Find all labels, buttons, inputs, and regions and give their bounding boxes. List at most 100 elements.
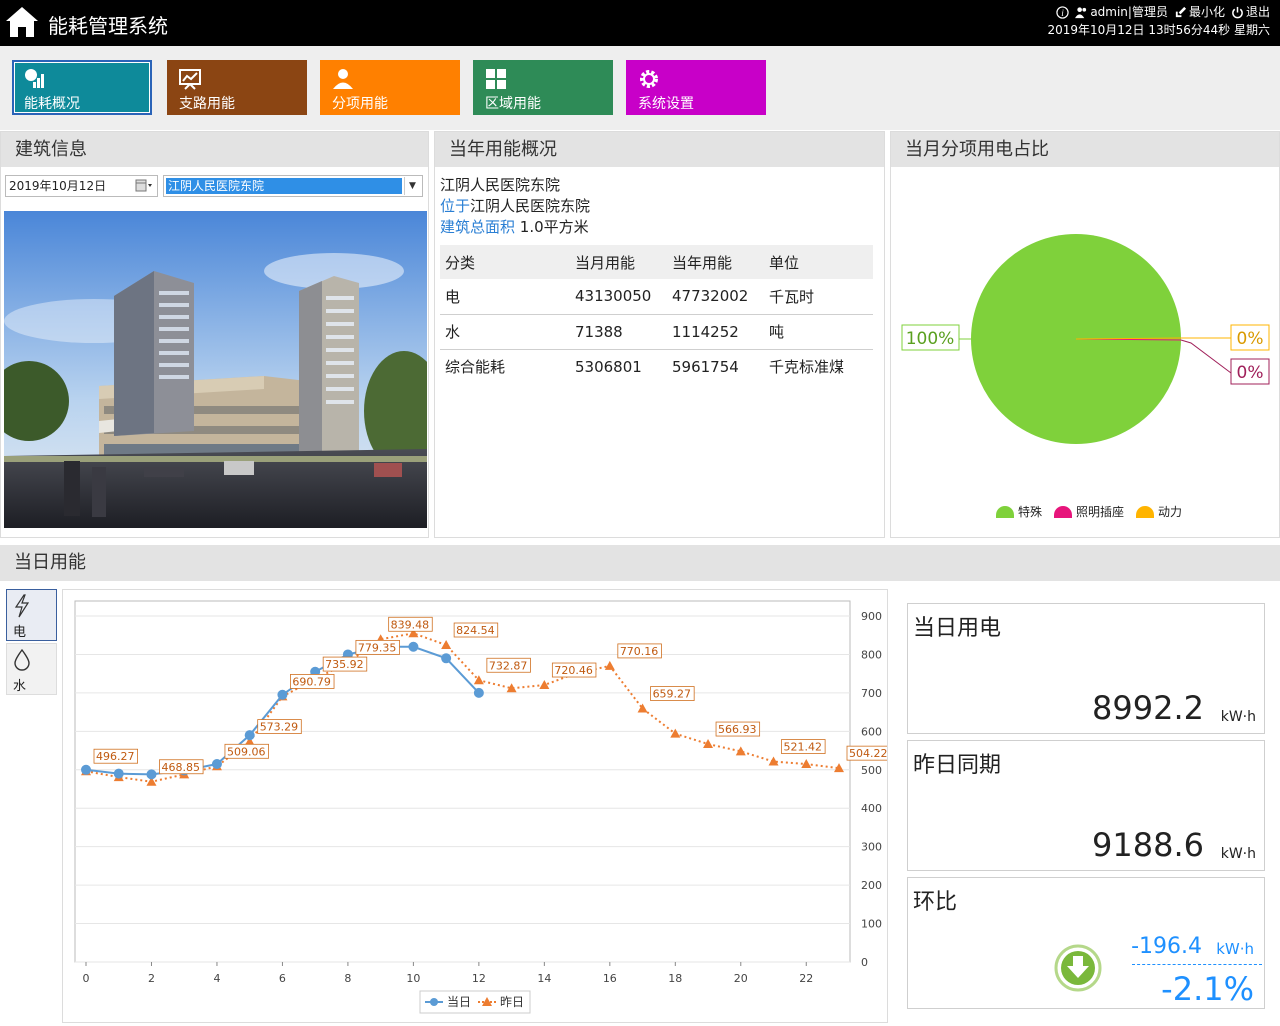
minimize-label: 最小化 bbox=[1188, 5, 1225, 19]
y-tick-label: 100 bbox=[861, 918, 882, 931]
data-label: 566.93 bbox=[718, 723, 757, 736]
nav-label: 能耗概况 bbox=[24, 96, 80, 112]
annual-energy-table: 分类 当月用能 当年用能 单位 电 43130050 47732002 千瓦时 … bbox=[440, 245, 873, 384]
x-tick-label: 16 bbox=[603, 972, 617, 985]
data-point-today bbox=[408, 641, 419, 652]
data-label: 468.85 bbox=[161, 761, 200, 774]
nav-energy-overview[interactable]: 能耗概况 bbox=[12, 60, 152, 115]
panel-title: 当年用能概况 bbox=[435, 132, 884, 167]
nav-area-energy[interactable]: 区域用能 bbox=[473, 60, 613, 115]
table-cell: 1114252 bbox=[667, 314, 764, 350]
x-tick-label: 14 bbox=[537, 972, 551, 985]
data-label: 509.06 bbox=[227, 745, 266, 758]
data-label: 504.22 bbox=[849, 747, 887, 760]
x-tick-label: 22 bbox=[799, 972, 813, 985]
data-point-today bbox=[244, 730, 255, 741]
water-drop-icon bbox=[14, 648, 30, 671]
logout-button[interactable]: 退出 bbox=[1231, 3, 1270, 21]
data-point-today bbox=[113, 768, 124, 779]
x-tick-label: 8 bbox=[344, 972, 351, 985]
building-select[interactable]: 江阴人民医院东院 ▼ bbox=[163, 175, 423, 197]
y-tick-label: 500 bbox=[861, 764, 882, 777]
minimize-icon bbox=[1175, 6, 1187, 17]
legend-label-yesterday: 昨日 bbox=[500, 995, 524, 1009]
minimize-button[interactable]: 最小化 bbox=[1174, 3, 1225, 21]
pie-chart: 100% 0% 0% bbox=[901, 234, 1270, 444]
tab-electricity[interactable]: 电 bbox=[6, 589, 57, 641]
annual-overview-panel: 当年用能概况 江阴人民医院东院 位于江阴人民医院东院 建筑总面积 1.0平方米 … bbox=[434, 131, 885, 538]
panel-title: 建筑信息 bbox=[1, 132, 428, 167]
itemized-power-pie-panel: 当月分项用电占比 100% 0% 0% 特殊 照明插座 动力 bbox=[890, 131, 1280, 538]
data-point-today bbox=[146, 769, 157, 780]
data-label: 779.35 bbox=[358, 641, 397, 654]
legend-item-special[interactable]: 特殊 bbox=[996, 503, 1042, 520]
gear-icon bbox=[640, 70, 658, 88]
daily-section-title: 当日用能 bbox=[0, 545, 1280, 581]
y-tick-label: 800 bbox=[861, 648, 882, 661]
y-tick-label: 700 bbox=[861, 687, 882, 700]
data-label: 824.54 bbox=[456, 624, 495, 637]
nav-branch-energy[interactable]: 支路用能 bbox=[167, 60, 307, 115]
calendar-icon[interactable] bbox=[135, 179, 153, 193]
legend-label: 照明插座 bbox=[1076, 505, 1125, 519]
yesterday-value: 9188.6 bbox=[1092, 826, 1204, 864]
area-line: 建筑总面积 1.0平方米 bbox=[440, 217, 590, 238]
building-name: 江阴人民医院东院 bbox=[440, 176, 561, 194]
nav-itemized-energy[interactable]: 分项用能 bbox=[320, 60, 460, 115]
trend-chart-icon bbox=[179, 69, 201, 90]
y-tick-label: 300 bbox=[861, 841, 882, 854]
area-label: 建筑总面积 bbox=[440, 218, 516, 236]
header-right: i admin|管理员 最小化 退出 2019年10月12日 13时56分44秒… bbox=[1047, 3, 1270, 39]
legend-label: 动力 bbox=[1158, 505, 1183, 519]
pie-label-special: 100% bbox=[906, 329, 955, 349]
stat-title: 环比 bbox=[913, 890, 958, 915]
x-tick-label: 18 bbox=[668, 972, 682, 985]
data-point-today bbox=[81, 764, 91, 775]
y-tick-label: 0 bbox=[861, 956, 868, 969]
table-cell: 综合能耗 bbox=[445, 358, 506, 377]
legend-swatch bbox=[1136, 505, 1155, 518]
chevron-down-icon[interactable]: ▼ bbox=[404, 177, 420, 195]
legend-item-power[interactable]: 动力 bbox=[1136, 503, 1182, 520]
unit-label: kW·h bbox=[1220, 709, 1256, 725]
nav-label: 支路用能 bbox=[179, 96, 235, 112]
y-tick-label: 400 bbox=[861, 802, 882, 815]
table-row: 水 71388 1114252 吨 bbox=[440, 314, 873, 350]
power-icon bbox=[1232, 6, 1243, 18]
home-icon[interactable] bbox=[4, 4, 40, 40]
ratio-percent-value: -2.1% bbox=[1161, 970, 1254, 1008]
legend-item-lighting[interactable]: 照明插座 bbox=[1054, 503, 1124, 520]
info-icon: i bbox=[1056, 5, 1069, 19]
table-cell: 千克标准煤 bbox=[769, 358, 845, 377]
legend-swatch bbox=[996, 505, 1014, 518]
table-cell: 5306801 bbox=[575, 357, 642, 376]
data-label: 690.79 bbox=[292, 675, 331, 688]
legend-label: 特殊 bbox=[1018, 505, 1043, 519]
legend-swatch bbox=[1054, 505, 1073, 518]
user-menu[interactable]: admin|管理员 bbox=[1075, 3, 1168, 21]
nav-system-settings[interactable]: 系统设置 bbox=[626, 60, 766, 115]
table-cell: 43130050 bbox=[570, 279, 667, 315]
table-cell: 5961754 bbox=[672, 357, 739, 376]
user-label: admin|管理员 bbox=[1090, 5, 1168, 19]
legend-marker-today bbox=[430, 998, 438, 1006]
plot-area bbox=[74, 600, 851, 963]
table-cell: 吨 bbox=[764, 314, 873, 350]
person-icon bbox=[333, 69, 353, 89]
ratio-absolute-value: -196.4 bbox=[1131, 934, 1202, 959]
data-point-today bbox=[211, 759, 222, 770]
data-point-today bbox=[473, 687, 484, 698]
app-title: 能耗管理系统 bbox=[48, 14, 168, 38]
info-button[interactable]: i bbox=[1056, 5, 1069, 19]
x-tick-label: 20 bbox=[734, 972, 748, 985]
tab-water[interactable]: 水 bbox=[6, 643, 57, 695]
overview-icon bbox=[25, 69, 44, 88]
location-label: 位于 bbox=[440, 197, 471, 215]
building-info-panel: 建筑信息 2019年10月12日 江阴人民医院东院 ▼ bbox=[0, 131, 429, 538]
divider bbox=[1132, 964, 1262, 965]
date-picker[interactable]: 2019年10月12日 bbox=[5, 175, 158, 197]
column-header: 当年用能 bbox=[667, 245, 764, 279]
data-point-today bbox=[277, 689, 288, 700]
data-label: 496.27 bbox=[96, 750, 135, 763]
nav-label: 分项用能 bbox=[332, 96, 388, 112]
